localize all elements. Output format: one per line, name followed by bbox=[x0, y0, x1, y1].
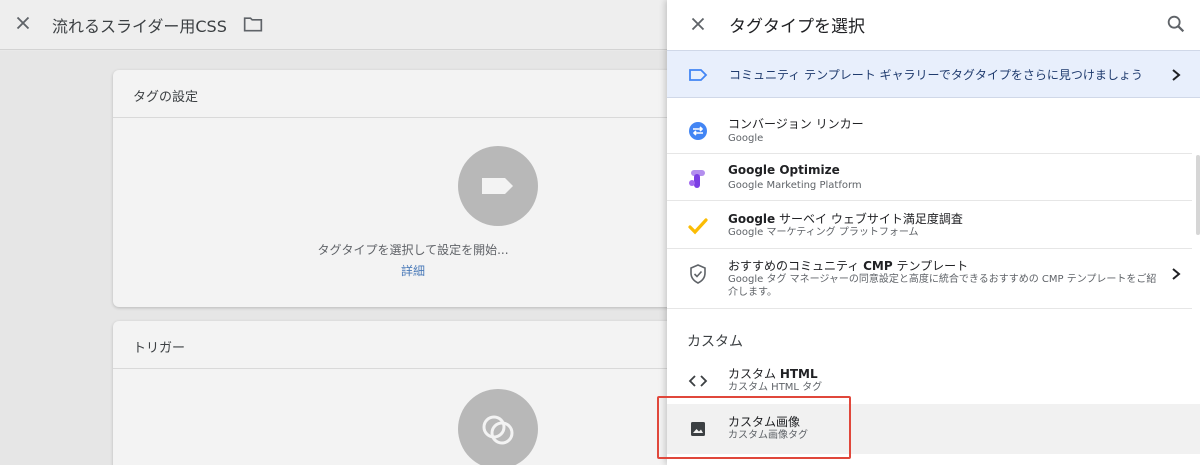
close-icon[interactable] bbox=[12, 12, 34, 34]
divider bbox=[113, 117, 713, 118]
shield-check-icon bbox=[687, 263, 709, 285]
item-sub: Google タグ マネージャーの同意設定と高度に統合できるおすすめの CMP … bbox=[728, 274, 1157, 298]
chevron-right-icon bbox=[1169, 265, 1183, 283]
tag-config-hint: タグタイプを選択して設定を開始... bbox=[317, 243, 509, 257]
trigger-card[interactable]: トリガー bbox=[113, 321, 713, 465]
surveys-icon bbox=[687, 215, 709, 237]
list-item-conversion-linker[interactable]: コンバージョン リンカー Google bbox=[667, 106, 1192, 154]
tag-placeholder-circle[interactable] bbox=[458, 146, 538, 226]
divider bbox=[113, 368, 713, 369]
scrollbar[interactable] bbox=[1196, 155, 1200, 235]
trigger-title: トリガー bbox=[133, 341, 186, 356]
chevron-right-icon bbox=[1169, 66, 1183, 84]
item-sub: Google マーケティング プラットフォーム bbox=[728, 227, 919, 238]
tag-config-card[interactable]: タグの設定 タグタイプを選択して設定を開始... 詳細 bbox=[113, 70, 713, 307]
panel-title: タグタイプを選択 bbox=[729, 17, 865, 37]
tag-config-title: タグの設定 bbox=[133, 90, 199, 105]
folder-icon[interactable] bbox=[243, 15, 263, 33]
trigger-placeholder-circle[interactable] bbox=[458, 389, 538, 465]
tag-icon bbox=[482, 178, 513, 194]
optimize-icon bbox=[687, 168, 709, 190]
item-name: カスタム HTML bbox=[728, 367, 818, 381]
panel-header: タグタイプを選択 bbox=[667, 0, 1200, 50]
list-item-google-optimize[interactable]: Google Optimize Google Marketing Platfor… bbox=[667, 154, 1192, 201]
item-sub: Google bbox=[728, 133, 764, 144]
tag-outline-icon bbox=[688, 66, 708, 84]
item-name: コンバージョン リンカー bbox=[728, 117, 864, 131]
banner-text: コミュニティ テンプレート ギャラリーでタグタイプをさらに見つけましょう bbox=[729, 68, 1143, 82]
code-icon bbox=[687, 370, 709, 392]
item-name: Google サーベイ ウェブサイト満足度調査 bbox=[728, 212, 963, 226]
learn-more-link[interactable]: 詳細 bbox=[113, 262, 713, 279]
item-name: Google Optimize bbox=[728, 163, 840, 177]
search-icon[interactable] bbox=[1165, 13, 1187, 35]
item-sub: Google Marketing Platform bbox=[728, 180, 862, 191]
community-gallery-banner[interactable]: コミュニティ テンプレート ギャラリーでタグタイプをさらに見つけましょう bbox=[667, 50, 1200, 98]
section-label-custom: カスタム bbox=[687, 334, 743, 350]
conversion-linker-icon bbox=[687, 120, 709, 142]
list-item-cmp-templates[interactable]: おすすめのコミュニティ CMP テンプレート Google タグ マネージャーの… bbox=[667, 249, 1192, 309]
selection-highlight-box bbox=[657, 396, 851, 459]
item-sub: カスタム HTML タグ bbox=[728, 382, 823, 393]
close-icon[interactable] bbox=[687, 13, 709, 35]
workspace-title: 流れるスライダー用CSS bbox=[52, 17, 227, 36]
list-item-google-surveys[interactable]: Google サーベイ ウェブサイト満足度調査 Google マーケティング プ… bbox=[667, 201, 1192, 249]
trigger-icon bbox=[482, 415, 514, 445]
item-name: おすすめのコミュニティ CMP テンプレート bbox=[728, 259, 969, 273]
